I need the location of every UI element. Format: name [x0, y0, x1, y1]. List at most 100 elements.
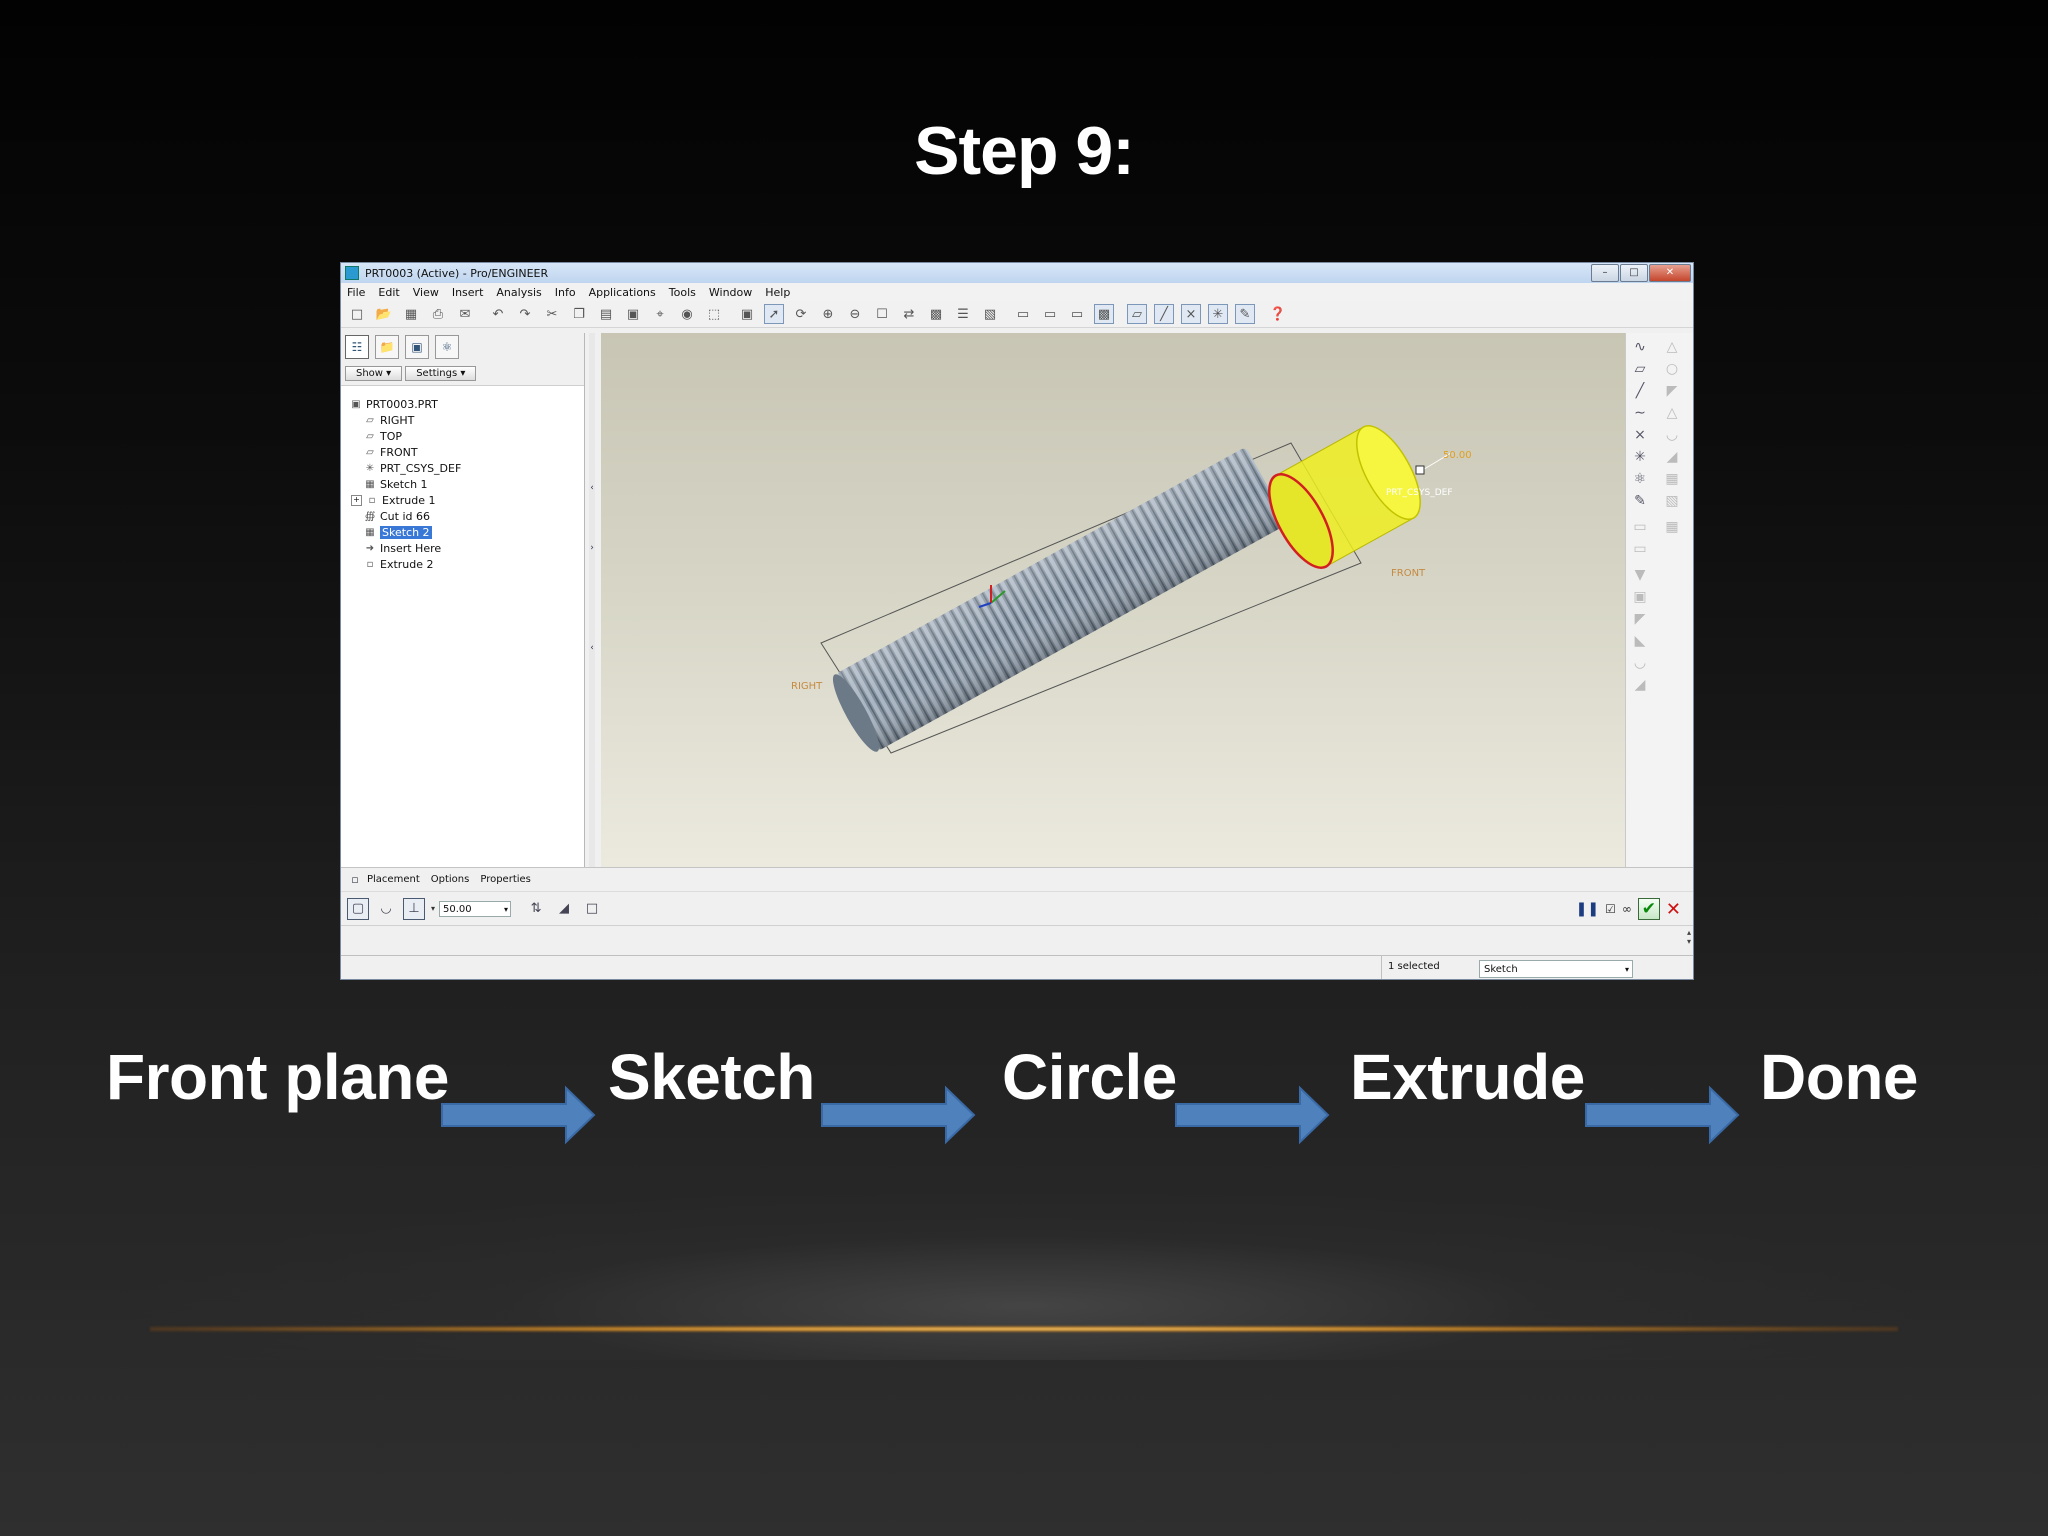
scroll-arrows-icon[interactable]: ▴ ▾ [1687, 928, 1691, 946]
connections-tab-icon[interactable]: ⚛ [435, 335, 459, 359]
depth-type-icon[interactable]: ⊥ [403, 897, 425, 920]
solidify-tool-icon[interactable]: ◡ [1630, 653, 1650, 673]
tree-item-extrude-2[interactable]: ▫ Extrude 2 [349, 556, 584, 572]
warp-tool-icon[interactable]: ◢ [1630, 675, 1650, 695]
tab-properties[interactable]: Properties [480, 874, 531, 885]
collapse-left-icon[interactable]: ‹ [589, 483, 595, 503]
settings-dropdown[interactable]: Settings ▾ [405, 365, 477, 381]
orient-mode-icon[interactable]: ⟳ [791, 304, 811, 324]
undo-icon[interactable]: ↶ [488, 304, 508, 324]
solid-extrude-icon[interactable]: ▢ [347, 897, 369, 920]
csys-tool-icon[interactable]: ✳ [1630, 447, 1650, 467]
open-file-icon[interactable]: 📂 [374, 304, 394, 324]
cut-icon[interactable]: ✂ [542, 304, 562, 324]
mirror-tool-icon[interactable]: ▧ [1662, 491, 1682, 511]
coordinate-systems-icon[interactable]: ✳ [1208, 304, 1228, 324]
selection-box-icon[interactable]: ⬚ [704, 304, 724, 324]
thicken-sketch-icon[interactable]: □ [581, 898, 603, 920]
collapse-left-icon[interactable]: ‹ [589, 643, 595, 663]
annotations-icon[interactable]: ✎ [1235, 304, 1255, 324]
minimize-button[interactable]: – [1591, 264, 1619, 282]
chamfer-tool-icon[interactable]: ◢ [1662, 447, 1682, 467]
datum-point-tool-icon[interactable]: × [1630, 425, 1650, 445]
drag-handle-icon[interactable] [1415, 465, 1425, 475]
spin-center-icon[interactable]: ➚ [764, 304, 784, 324]
trim-tool-icon[interactable]: ▣ [1630, 587, 1650, 607]
close-button[interactable]: ✕ [1649, 264, 1691, 282]
datum-axes-icon[interactable]: ╱ [1154, 304, 1174, 324]
selection-filter-dropdown[interactable]: Sketch ▾ [1479, 960, 1633, 978]
reorient-icon[interactable]: ⇄ [899, 304, 919, 324]
email-icon[interactable]: ✉ [455, 304, 475, 324]
verify-glasses-icon[interactable]: ∞ [1622, 902, 1632, 916]
save-icon[interactable]: ▦ [401, 304, 421, 324]
redo-icon[interactable]: ↷ [515, 304, 535, 324]
tree-item-top[interactable]: ▱ TOP [349, 428, 584, 444]
expand-icon[interactable]: + [351, 494, 362, 506]
draft-tool-icon[interactable]: △ [1662, 403, 1682, 423]
tree-item-right[interactable]: ▱ RIGHT [349, 412, 584, 428]
offset-tool-icon[interactable]: ◤ [1630, 609, 1650, 629]
new-file-icon[interactable]: □ [347, 304, 367, 324]
no-hidden-icon[interactable]: ▭ [1067, 304, 1087, 324]
view-manager-icon[interactable]: ▧ [980, 304, 1000, 324]
redraw-icon[interactable]: ▣ [737, 304, 757, 324]
datum-curve-tool-icon[interactable]: ∼ [1630, 403, 1650, 423]
tab-placement[interactable]: Placement [367, 874, 420, 885]
hole-tool-icon[interactable]: △ [1662, 337, 1682, 357]
tree-item-sketch-1[interactable]: ▦ Sketch 1 [349, 476, 584, 492]
hidden-line-icon[interactable]: ▭ [1040, 304, 1060, 324]
menu-applications[interactable]: Applications [589, 286, 656, 299]
menu-file[interactable]: File [347, 286, 365, 299]
depth-input[interactable]: 50.00 ▾ [439, 900, 512, 918]
tab-options[interactable]: Options [431, 874, 470, 885]
datum-axis-tool-icon[interactable]: ╱ [1630, 381, 1650, 401]
regenerate-icon[interactable]: ⌖ [650, 304, 670, 324]
menu-window[interactable]: Window [709, 286, 752, 299]
menu-help[interactable]: Help [765, 286, 790, 299]
rib-tool-icon[interactable]: ◤ [1662, 381, 1682, 401]
tree-item-cut[interactable]: ∰ Cut id 66 [349, 508, 584, 524]
panel-splitter[interactable]: ‹ › ‹ [589, 333, 595, 867]
remove-material-icon[interactable]: ◢ [553, 898, 575, 920]
preview-checkbox[interactable]: ☑ [1605, 902, 1616, 916]
datum-planes-icon[interactable]: ▱ [1127, 304, 1147, 324]
expand-right-icon[interactable]: › [589, 543, 595, 563]
datum-plane-tool-icon[interactable]: ▱ [1630, 359, 1650, 379]
paste-special-icon[interactable]: ▣ [623, 304, 643, 324]
round-tool-icon[interactable]: ◡ [1662, 425, 1682, 445]
zoom-out-icon[interactable]: ⊖ [845, 304, 865, 324]
saved-views-icon[interactable]: ▩ [926, 304, 946, 324]
pause-icon[interactable]: ❚❚ [1576, 901, 1599, 917]
menu-info[interactable]: Info [555, 286, 576, 299]
extrude-tool-icon[interactable]: ✎ [1630, 491, 1650, 511]
datum-points-icon[interactable]: × [1181, 304, 1201, 324]
filter-dropdown-icon[interactable]: ▾ [1625, 961, 1629, 979]
pattern-tool-icon[interactable]: ▦ [1662, 469, 1682, 489]
array-tool-icon[interactable]: ▦ [1662, 517, 1682, 537]
tree-item-sketch-2[interactable]: ▦ Sketch 2 [349, 524, 584, 540]
wireframe-icon[interactable]: ▭ [1013, 304, 1033, 324]
zoom-in-icon[interactable]: ⊕ [818, 304, 838, 324]
menu-insert[interactable]: Insert [452, 286, 484, 299]
menu-view[interactable]: View [413, 286, 439, 299]
menu-tools[interactable]: Tools [669, 286, 696, 299]
print-icon[interactable]: ⎙ [428, 304, 448, 324]
analysis-feature-icon[interactable]: ⚛ [1630, 469, 1650, 489]
copy-icon[interactable]: ❐ [569, 304, 589, 324]
context-help-icon[interactable]: ❓ [1268, 304, 1288, 324]
flip-direction-icon[interactable]: ⇅ [525, 898, 547, 920]
accept-checkmark-button[interactable]: ✔ [1637, 898, 1660, 920]
tree-item-front[interactable]: ▱ FRONT [349, 444, 584, 460]
graphics-window[interactable]: 50.00 PRT_CSYS_DEF FRONT RIGHT [601, 333, 1625, 867]
shell-tool-icon[interactable]: ○ [1662, 359, 1682, 379]
depth-dropdown-icon[interactable]: ▾ [504, 902, 508, 918]
thicken-tool-icon[interactable]: ◣ [1630, 631, 1650, 651]
folder-browser-tab-icon[interactable]: 📁 [375, 335, 399, 359]
menu-edit[interactable]: Edit [378, 286, 399, 299]
layers-icon[interactable]: ☰ [953, 304, 973, 324]
revolve-tool-icon[interactable]: ▭ [1630, 517, 1650, 537]
depth-type-dropdown-icon[interactable]: ▾ [431, 904, 435, 913]
surface-extrude-icon[interactable]: ◡ [375, 898, 397, 920]
tree-item-insert-here[interactable]: ➜ Insert Here [349, 540, 584, 556]
